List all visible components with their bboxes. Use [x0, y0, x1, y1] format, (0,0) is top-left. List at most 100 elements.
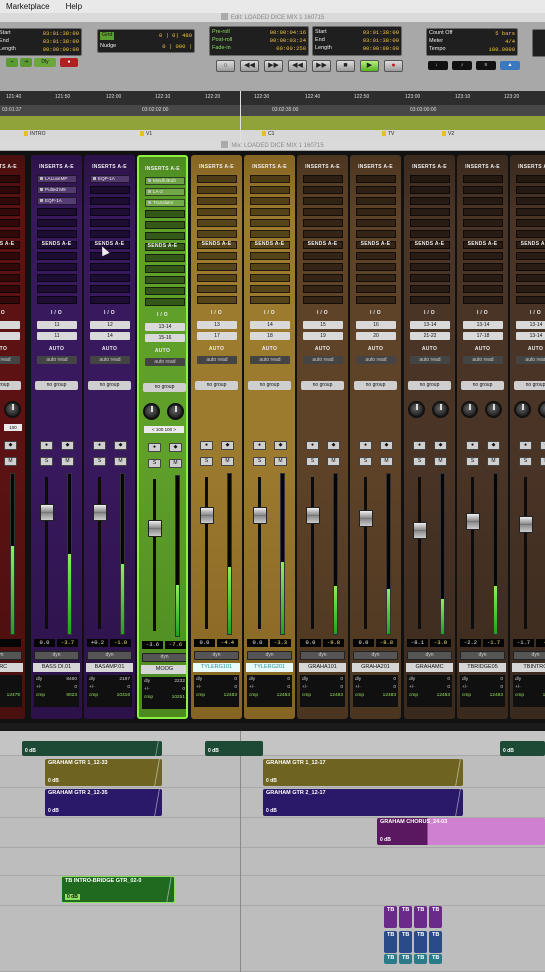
insert-slot[interactable]: EQP-1A — [90, 175, 130, 183]
solo-button[interactable]: S — [466, 457, 479, 466]
volume-readout[interactable]: 0.0 — [247, 639, 268, 647]
volume-readout[interactable]: +0.2 — [87, 639, 108, 647]
record-enable-button[interactable]: ● — [359, 441, 372, 450]
output-selector[interactable]: 19 — [303, 332, 343, 340]
volume-readout[interactable]: -1.7 — [513, 639, 534, 647]
audio-clip[interactable]: TB — [399, 906, 412, 928]
send-slot[interactable] — [303, 285, 343, 293]
sends-header[interactable]: SENDS A-E — [244, 241, 295, 247]
menu-help[interactable]: Help — [66, 2, 82, 11]
insert-slot[interactable] — [410, 186, 450, 194]
send-slot[interactable] — [197, 274, 237, 282]
insert-slot[interactable] — [516, 230, 545, 238]
dyn-button[interactable]: dyn — [353, 651, 398, 660]
pan-value[interactable]: < 100 100 > — [144, 426, 184, 433]
send-slot[interactable] — [90, 263, 130, 271]
record-enable-button[interactable]: ● — [40, 441, 53, 450]
record-enable-button[interactable]: ● — [466, 441, 479, 450]
mute-button[interactable]: M — [540, 457, 545, 466]
automation-mode-selector[interactable]: auto read — [516, 356, 545, 364]
insert-slot[interactable] — [516, 197, 545, 205]
audio-clip[interactable]: TB — [384, 954, 397, 964]
record-enable-button[interactable]: ● — [519, 441, 532, 450]
group-selector[interactable]: no group — [301, 381, 344, 390]
insert-slot[interactable] — [37, 219, 77, 227]
insert-slot[interactable] — [463, 175, 503, 183]
online-icon[interactable]: ○ — [216, 60, 235, 72]
mute-button[interactable]: M — [327, 457, 340, 466]
send-slot[interactable] — [410, 296, 450, 304]
marker[interactable]: V2 — [442, 131, 454, 137]
mute-button[interactable]: M — [274, 457, 287, 466]
group-selector[interactable]: no group — [408, 381, 451, 390]
mute-button[interactable]: M — [114, 457, 127, 466]
play-icon[interactable]: ▶ — [360, 60, 379, 72]
insert-slot[interactable] — [197, 197, 237, 205]
solo-button[interactable]: S — [200, 457, 213, 466]
sends-header[interactable]: SENDS A-E — [191, 241, 242, 247]
input-monitor-button[interactable]: ◆ — [540, 441, 545, 450]
volume-fader[interactable] — [40, 504, 54, 521]
volume-readout[interactable]: -3.6 — [142, 641, 163, 649]
pan-knob[interactable] — [538, 401, 545, 418]
solo-button[interactable]: S — [359, 457, 372, 466]
volume-fader[interactable] — [413, 522, 427, 539]
send-slot[interactable] — [303, 296, 343, 304]
volume-readout[interactable]: 0.0 — [353, 639, 374, 647]
send-slot[interactable] — [0, 263, 20, 271]
insert-slot[interactable] — [197, 208, 237, 216]
track-name[interactable]: GRAHAMC — [406, 663, 453, 672]
input-monitor-button[interactable]: ◆ — [61, 441, 74, 450]
send-slot[interactable] — [37, 252, 77, 260]
mute-button[interactable]: M — [4, 457, 17, 466]
audio-clip[interactable]: GRAHAM GTR 1_12-17 0 dB — [263, 759, 463, 786]
automation-mode-selector[interactable]: auto read — [197, 356, 237, 364]
insert-slot[interactable] — [303, 197, 343, 205]
track-lane[interactable] — [0, 906, 545, 972]
record-mode-icon[interactable]: ● — [60, 58, 78, 67]
insert-slot[interactable] — [410, 208, 450, 216]
send-slot[interactable] — [90, 285, 130, 293]
group-selector[interactable]: no group — [195, 381, 238, 390]
record-enable-button[interactable]: ● — [253, 441, 266, 450]
send-slot[interactable] — [303, 252, 343, 260]
audio-clip[interactable]: TB — [414, 954, 427, 964]
insert-slot[interactable] — [303, 230, 343, 238]
insert-slot[interactable] — [90, 219, 130, 227]
audio-clip[interactable]: TB — [429, 954, 442, 964]
output-selector[interactable]: 17 — [197, 332, 237, 340]
track-name[interactable]: GRAHA201 — [352, 663, 399, 672]
send-slot[interactable] — [356, 263, 396, 271]
volume-fader[interactable] — [200, 507, 214, 524]
input-monitor-button[interactable]: ◆ — [274, 441, 287, 450]
midi-merge-icon[interactable]: ♩ — [428, 61, 448, 70]
send-slot[interactable] — [303, 263, 343, 271]
insert-slot[interactable]: Pulted M9 — [37, 186, 77, 194]
insert-slot[interactable] — [0, 230, 20, 238]
pan-knob[interactable] — [4, 401, 21, 418]
pan-knob[interactable] — [514, 401, 531, 418]
send-slot[interactable] — [145, 276, 185, 284]
send-slot[interactable] — [250, 296, 290, 304]
insert-slot[interactable] — [356, 175, 396, 183]
mute-button[interactable]: M — [487, 457, 500, 466]
mute-button[interactable]: M — [221, 457, 234, 466]
audio-clip[interactable]: TB — [384, 931, 397, 953]
audio-clip[interactable]: 0 dB — [500, 741, 545, 756]
track-lane[interactable] — [0, 848, 545, 876]
peak-readout[interactable]: -8.8 — [376, 639, 397, 647]
insert-slot[interactable] — [356, 208, 396, 216]
dyn-button[interactable]: dyn — [87, 651, 132, 660]
record-enable-button[interactable]: ● — [413, 441, 426, 450]
automation-mode-selector[interactable]: auto read — [37, 356, 77, 364]
send-slot[interactable] — [250, 274, 290, 282]
insert-slot[interactable]: EQP-1A — [37, 197, 77, 205]
audio-clip[interactable]: 0 dB — [22, 741, 162, 756]
group-selector[interactable]: no group — [248, 381, 291, 390]
send-slot[interactable] — [90, 296, 130, 304]
insert-slot[interactable] — [37, 230, 77, 238]
audio-clip[interactable]: TB — [429, 906, 442, 928]
send-slot[interactable] — [356, 296, 396, 304]
peak-readout[interactable]: -5 — [536, 639, 545, 647]
output-selector[interactable]: 13-14 — [516, 332, 545, 340]
